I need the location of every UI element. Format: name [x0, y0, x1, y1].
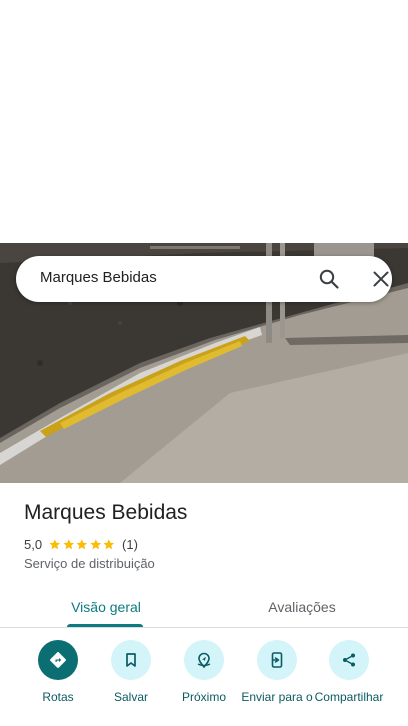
- share-button[interactable]: Compartilhar: [312, 640, 386, 704]
- directions-button[interactable]: Rotas: [21, 640, 95, 704]
- search-input[interactable]: Marques Bebidas: [40, 269, 157, 286]
- tab-reviews[interactable]: Avaliações: [246, 586, 358, 627]
- star-icon: [49, 538, 61, 549]
- search-icon[interactable]: [318, 268, 340, 290]
- nearby-label: Próximo: [181, 690, 226, 704]
- star-icon: [103, 538, 115, 549]
- rating-row[interactable]: 5,0 (1): [24, 536, 138, 552]
- star-icon: [63, 538, 74, 549]
- star-rating: [48, 538, 116, 551]
- nearby-button[interactable]: Próximo: [167, 640, 241, 704]
- share-label: Compartilhar: [314, 690, 384, 704]
- place-title: Marques Bebidas: [24, 501, 188, 524]
- save-label: Salvar: [113, 690, 148, 704]
- close-icon[interactable]: [370, 268, 392, 290]
- tab-bar: Visão geral Avaliações: [0, 586, 408, 628]
- review-count[interactable]: (1): [122, 537, 138, 552]
- place-category: Serviço de distribuição: [24, 556, 155, 571]
- star-icon: [90, 538, 101, 549]
- share-icon: [329, 640, 369, 680]
- directions-icon: [38, 640, 78, 680]
- rating-value: 5,0: [24, 536, 43, 552]
- directions-label: Rotas: [42, 690, 74, 704]
- nearby-icon: [184, 640, 224, 680]
- active-tab-indicator: [67, 624, 143, 627]
- bookmark-icon: [111, 640, 151, 680]
- tab-overview[interactable]: Visão geral: [50, 586, 162, 627]
- send-to-phone-label: Enviar para o: [241, 690, 313, 704]
- action-row: Rotas Salvar Próximo Enviar para o Compa…: [0, 640, 408, 726]
- send-to-phone-icon: [257, 640, 297, 680]
- map-blank-area: [0, 0, 408, 243]
- save-button[interactable]: Salvar: [94, 640, 168, 704]
- send-to-phone-button[interactable]: Enviar para o: [240, 640, 314, 704]
- star-icon: [76, 538, 88, 549]
- search-bar[interactable]: Marques Bebidas: [16, 256, 392, 302]
